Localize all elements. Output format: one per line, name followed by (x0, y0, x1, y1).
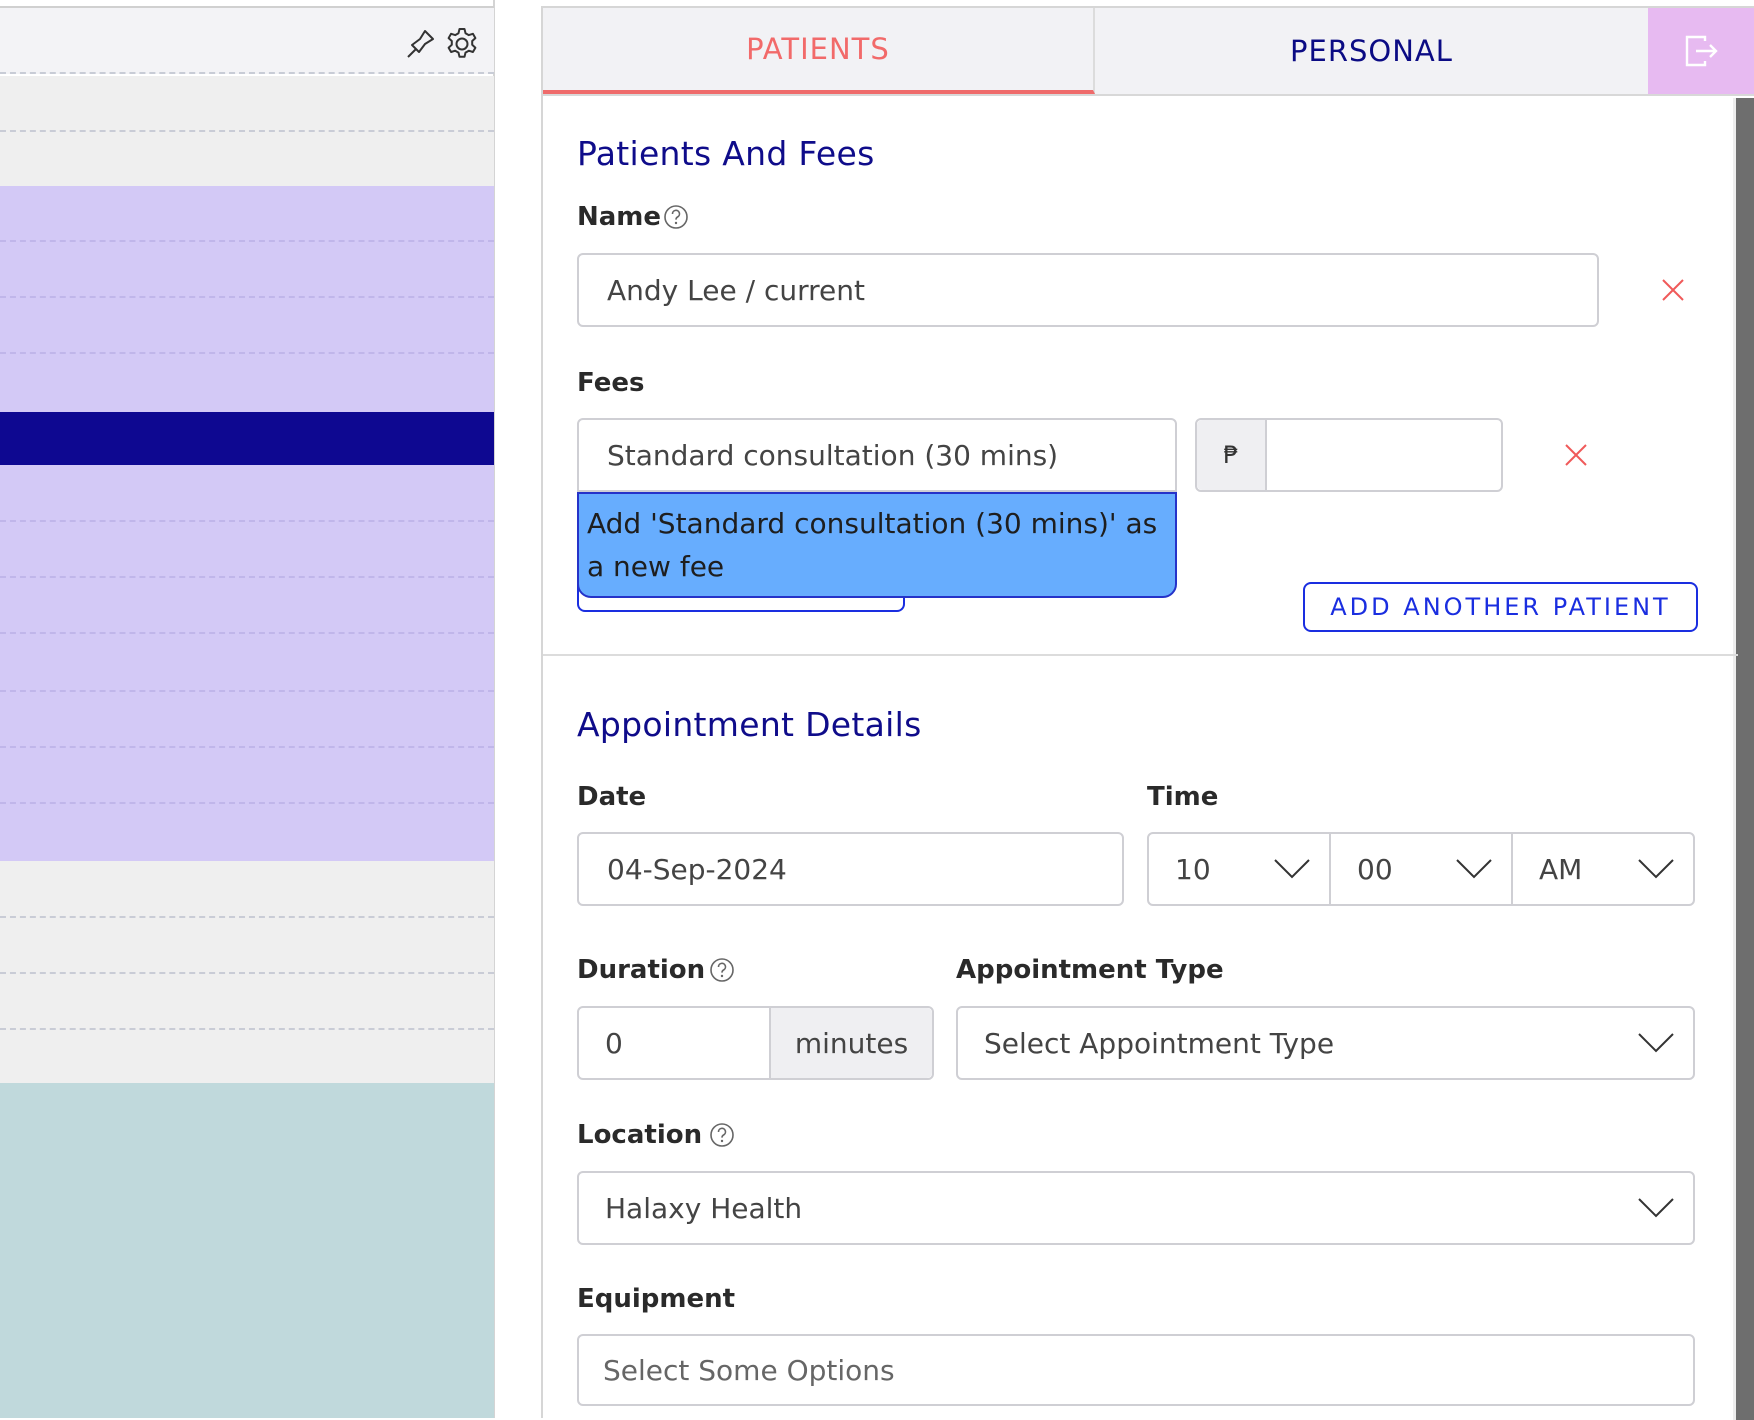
remove-patient-icon[interactable] (1660, 277, 1686, 303)
location-label: Location (577, 1120, 703, 1150)
help-icon[interactable] (663, 204, 689, 230)
location-value: Halaxy Health (605, 1191, 803, 1225)
scrollbar[interactable] (1736, 98, 1754, 1420)
pin-icon[interactable] (402, 26, 438, 62)
appointment-type-label: Appointment Type (956, 955, 1224, 985)
fees-label: Fees (577, 368, 645, 398)
name-label: Name (577, 202, 662, 232)
chevron-down-icon (1638, 1198, 1674, 1218)
slot-divider (0, 130, 494, 132)
fee-amount-input[interactable] (1267, 420, 1501, 490)
minute-select[interactable]: 00 (1329, 832, 1513, 906)
appointment-section-title: Appointment Details (577, 705, 922, 744)
slot-divider (0, 802, 494, 804)
logout-icon (1685, 35, 1718, 67)
remove-fee-icon[interactable] (1563, 442, 1589, 468)
calendar-header (0, 6, 494, 74)
exit-button[interactable] (1648, 8, 1754, 94)
tab-bar: PATIENTS PERSONAL (543, 8, 1754, 96)
slot-divider (0, 690, 494, 692)
duration-group: 0 minutes (577, 1006, 934, 1080)
date-input[interactable]: 04-Sep-2024 (577, 832, 1124, 906)
minute-value: 00 (1357, 852, 1393, 886)
chevron-down-icon (1274, 859, 1310, 879)
slot-divider (0, 632, 494, 634)
slot-divider (0, 746, 494, 748)
fee-name-input[interactable]: Standard consultation (30 mins) (577, 418, 1177, 492)
equipment-multiselect[interactable]: Select Some Options (577, 1334, 1695, 1406)
section-divider (543, 654, 1738, 656)
currency-symbol: ₱ (1197, 420, 1267, 490)
location-select[interactable]: Halaxy Health (577, 1171, 1695, 1245)
add-another-patient-button[interactable]: ADD ANOTHER PATIENT (1303, 582, 1698, 632)
fee-amount-group: ₱ (1195, 418, 1503, 492)
tab-patients[interactable]: PATIENTS (543, 8, 1095, 94)
selected-slot[interactable] (0, 412, 494, 465)
chevron-down-icon (1456, 859, 1492, 879)
gear-icon[interactable] (444, 26, 480, 62)
appointment-type-placeholder: Select Appointment Type (984, 1026, 1335, 1060)
duration-input[interactable]: 0 (579, 1008, 771, 1078)
slot-divider (0, 916, 494, 918)
tab-personal[interactable]: PERSONAL (1095, 8, 1648, 94)
duration-label: Duration (577, 955, 706, 985)
equipment-label: Equipment (577, 1284, 736, 1314)
calendar-panel (0, 0, 495, 1418)
chevron-down-icon (1638, 859, 1674, 879)
appointment-block[interactable] (0, 186, 494, 412)
slot-divider (0, 240, 494, 242)
ampm-value: AM (1539, 852, 1583, 886)
duration-unit: minutes (771, 1008, 932, 1078)
slot-divider (0, 972, 494, 974)
slot-divider (0, 352, 494, 354)
help-icon[interactable] (709, 957, 735, 983)
slot-divider (0, 296, 494, 298)
appointment-panel: PATIENTS PERSONAL Patients And Fees Name… (541, 6, 1754, 1420)
patient-name-input[interactable]: Andy Lee / current (577, 253, 1599, 327)
appointment-block[interactable] (0, 1083, 494, 1418)
time-label: Time (1147, 782, 1219, 812)
date-label: Date (577, 782, 647, 812)
help-icon[interactable] (709, 1122, 735, 1148)
slot-divider (0, 576, 494, 578)
hour-select[interactable]: 10 (1147, 832, 1331, 906)
patients-section-title: Patients And Fees (577, 134, 875, 173)
slot-divider (0, 1028, 494, 1030)
fee-suggestion-option[interactable]: Add 'Standard consultation (30 mins)' as… (577, 492, 1177, 598)
slot-divider (0, 520, 494, 522)
hour-value: 10 (1175, 852, 1211, 886)
ampm-select[interactable]: AM (1511, 832, 1695, 906)
chevron-down-icon (1638, 1033, 1674, 1053)
appointment-type-select[interactable]: Select Appointment Type (956, 1006, 1695, 1080)
